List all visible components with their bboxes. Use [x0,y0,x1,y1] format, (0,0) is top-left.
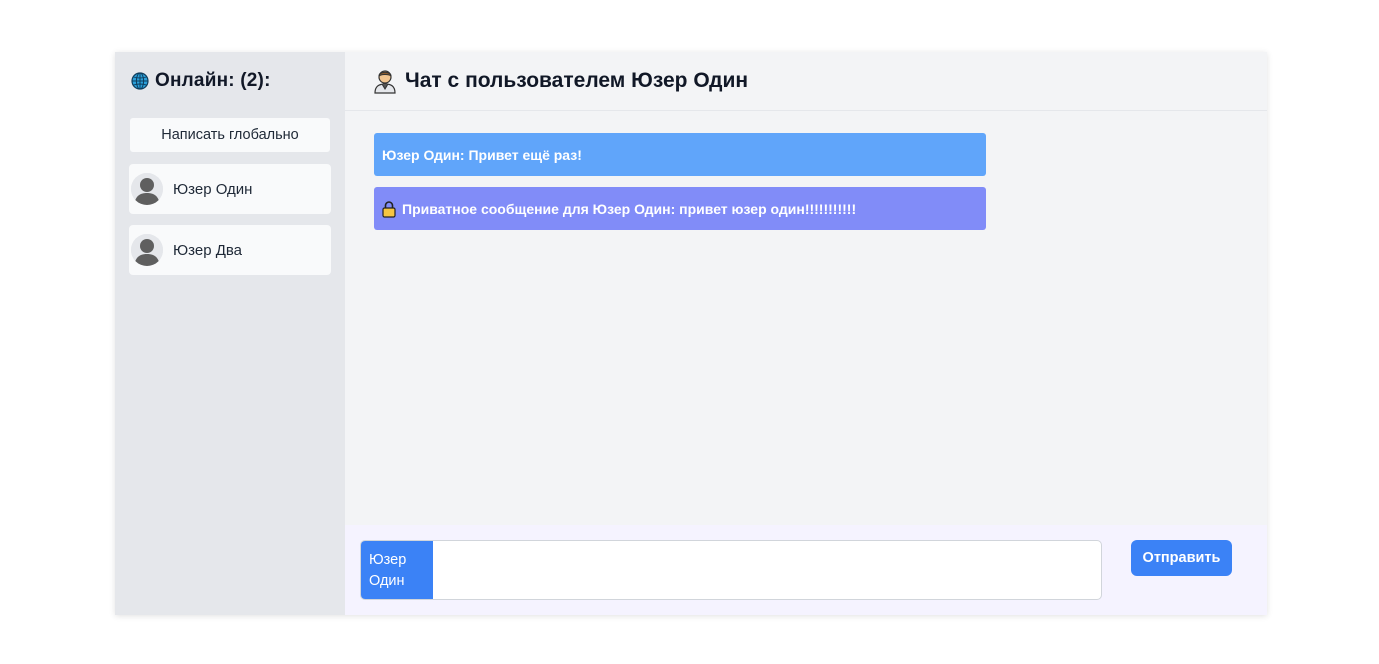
avatar [131,234,163,266]
chat-header: Чат с пользователем Юзер Один [345,52,1267,111]
chat-panel: Чат с пользователем Юзер Один Юзер Один:… [345,52,1267,615]
sidebar: Онлайн: (2): Написать глобально Юзер Оди… [115,52,345,615]
chat-app: Онлайн: (2): Написать глобально Юзер Оди… [115,52,1267,615]
person-icon [373,68,397,94]
write-global-button[interactable]: Написать глобально [129,117,331,153]
user-name: Юзер Один [173,180,253,198]
message-input[interactable] [433,541,1101,599]
user-item-yuzer-odin[interactable]: Юзер Один [129,164,331,214]
user-item-yuzer-dva[interactable]: Юзер Два [129,225,331,275]
lock-icon [382,200,396,218]
message-composer: Юзер Один Отправить [345,525,1267,615]
send-button[interactable]: Отправить [1131,540,1232,576]
message-text: Приватное сообщение для Юзер Один: приве… [402,200,857,217]
user-name: Юзер Два [173,241,243,259]
message-list: Юзер Один: Привет ещё раз! Приватное соо… [345,111,1267,525]
message-text: Юзер Один: Привет ещё раз! [382,146,582,163]
recipient-tag: Юзер Один [361,541,433,599]
globe-icon [131,72,149,90]
avatar [131,173,163,205]
chat-title: Чат с пользователем Юзер Один [405,69,749,92]
message-private: Приватное сообщение для Юзер Один: приве… [374,187,986,230]
message-input-wrapper: Юзер Один [360,540,1102,600]
online-count-label: Онлайн: (2): [155,70,271,91]
online-header: Онлайн: (2): [131,66,331,96]
message-public: Юзер Один: Привет ещё раз! [374,133,986,176]
